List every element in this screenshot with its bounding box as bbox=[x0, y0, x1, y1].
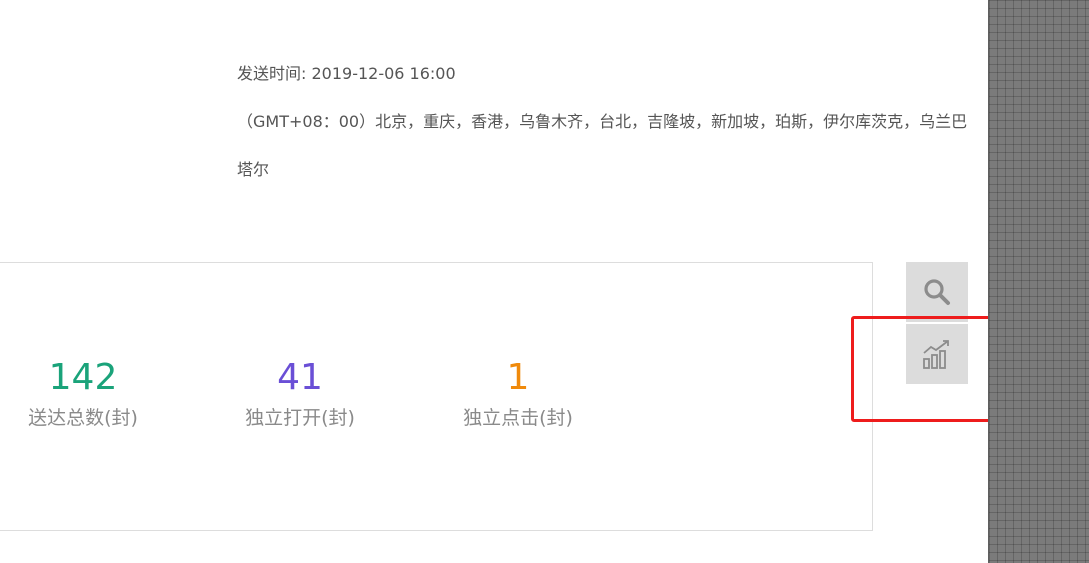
stat-unique-opens: 41 独立打开(封) bbox=[220, 358, 380, 430]
stat-unique-clicks: 1 独立点击(封) bbox=[438, 358, 598, 430]
right-background-strip bbox=[988, 0, 1089, 563]
stat-delivered: 142 送达总数(封) bbox=[3, 358, 163, 430]
stat-unique-opens-value: 41 bbox=[277, 357, 323, 398]
bar-chart-trend-icon bbox=[923, 340, 949, 369]
search-button[interactable] bbox=[906, 262, 968, 322]
search-icon bbox=[924, 279, 950, 305]
stat-unique-opens-label: 独立打开(封) bbox=[245, 407, 355, 429]
statistics-chart-button[interactable] bbox=[906, 324, 968, 384]
stat-delivered-label: 送达总数(封) bbox=[28, 407, 138, 429]
report-page: 发送时间: 2019-12-06 16:00 （GMT+08：00）北京，重庆，… bbox=[0, 0, 1089, 563]
send-time: 发送时间: 2019-12-06 16:00 bbox=[237, 64, 456, 83]
stat-unique-clicks-value: 1 bbox=[506, 357, 530, 398]
timezone-info: （GMT+08：00）北京，重庆，香港，乌鲁木齐，台北，吉隆坡，新加坡，珀斯，伊… bbox=[237, 112, 968, 179]
stat-unique-clicks-label: 独立点击(封) bbox=[463, 407, 573, 429]
send-info: 发送时间: 2019-12-06 16:00 （GMT+08：00）北京，重庆，… bbox=[237, 56, 972, 194]
stat-delivered-value: 142 bbox=[48, 357, 118, 398]
stats-panel: 142 送达总数(封) 41 独立打开(封) 1 独立点击(封) bbox=[0, 262, 873, 531]
